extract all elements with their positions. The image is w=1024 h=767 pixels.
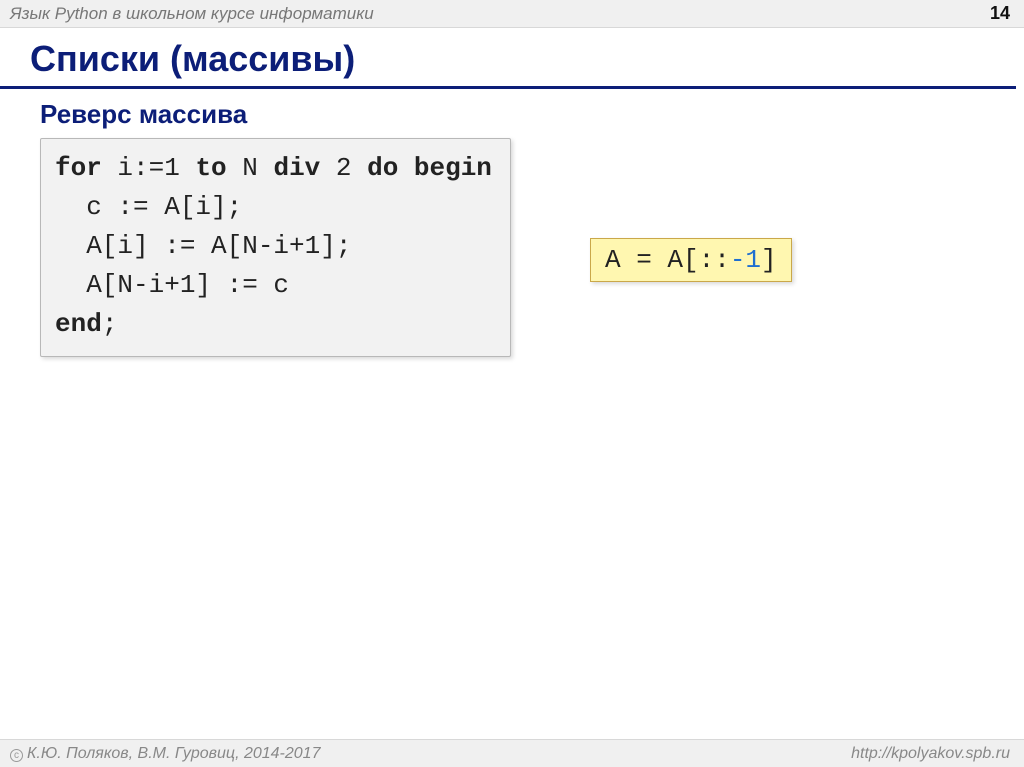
code-text: 2: [320, 153, 367, 183]
footer-url: http://kpolyakov.spb.ru: [851, 745, 1010, 763]
content-area: for i:=1 to N div 2 do begin c := A[i]; …: [0, 138, 1024, 357]
code-text: N: [227, 153, 274, 183]
lecture-series-title: Язык Python в школьном курсе информатики: [10, 4, 374, 24]
keyword-div: div: [273, 153, 320, 183]
authors-text: К.Ю. Поляков, В.М. Гуровиц, 2014-2017: [27, 745, 320, 762]
python-code-block: A = A[::-1]: [590, 238, 792, 282]
top-bar: Язык Python в школьном курсе информатики…: [0, 0, 1024, 28]
code-text: i:=1: [102, 153, 196, 183]
code-literal: -1: [730, 245, 761, 275]
code-text: ]: [761, 245, 777, 275]
footer-bar: c К.Ю. Поляков, В.М. Гуровиц, 2014-2017 h…: [0, 739, 1024, 767]
code-text: ;: [102, 309, 118, 339]
slide-title: Списки (массивы): [0, 28, 1016, 89]
footer-authors: c К.Ю. Поляков, В.М. Гуровиц, 2014-2017: [10, 745, 320, 763]
slide-subtitle: Реверс массива: [0, 89, 1024, 138]
copyright-icon: c: [10, 749, 23, 762]
page-number: 14: [990, 3, 1010, 24]
slide: Язык Python в школьном курсе информатики…: [0, 0, 1024, 767]
code-line-4: A[N-i+1] := c: [55, 270, 289, 300]
keyword-for: for: [55, 153, 102, 183]
pascal-code-block: for i:=1 to N div 2 do begin c := A[i]; …: [40, 138, 511, 357]
code-line-2: c := A[i];: [55, 192, 242, 222]
code-line-3: A[i] := A[N-i+1];: [55, 231, 351, 261]
keyword-to: to: [195, 153, 226, 183]
keyword-do-begin: do begin: [367, 153, 492, 183]
code-text: A = A[::: [605, 245, 730, 275]
keyword-end: end: [55, 309, 102, 339]
